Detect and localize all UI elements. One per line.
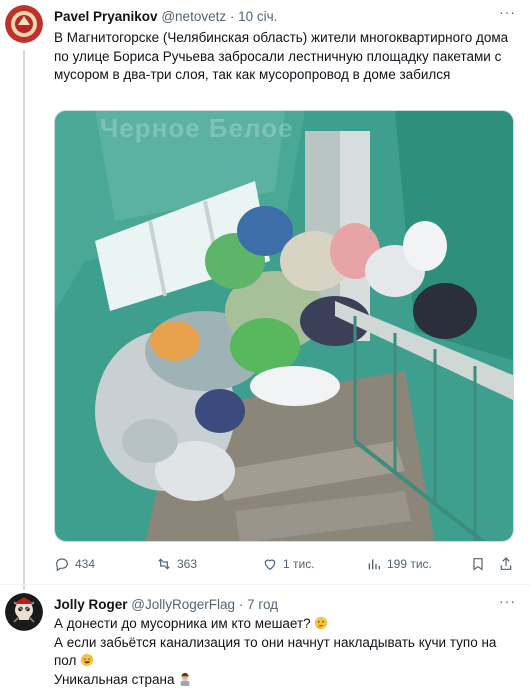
avatar-image bbox=[5, 593, 43, 631]
author-handle[interactable]: @netovetz bbox=[161, 9, 226, 24]
share-button[interactable] bbox=[498, 556, 514, 572]
tweet-photo[interactable]: Черное Белое bbox=[54, 110, 514, 542]
more-icon[interactable]: ··· bbox=[499, 593, 516, 609]
grinning-sweat-emoji bbox=[81, 653, 94, 667]
thinking-face-emoji bbox=[315, 616, 328, 630]
tweet-main: Pavel Pryanikov @netovetz · 10 січ. ··· … bbox=[0, 0, 530, 590]
text-line-2: А если забьётся канализация то они начну… bbox=[54, 634, 497, 669]
text-line-3: Уникальная страна bbox=[54, 671, 175, 687]
tweet-actions: 434 363 1 тис. 199 тис. bbox=[54, 556, 514, 574]
garbage-stairwell-photo bbox=[55, 111, 513, 541]
like-count: 1 тис. bbox=[283, 557, 315, 571]
tweet-text: А донести до мусорника им кто мешает? А … bbox=[54, 615, 514, 689]
timestamp[interactable]: 10 січ. bbox=[238, 9, 277, 24]
reply-count: 434 bbox=[75, 557, 96, 571]
share-icon bbox=[500, 557, 512, 570]
avatar[interactable] bbox=[5, 5, 43, 43]
tweet-reply: Jolly Roger @JollyRogerFlag · 7 год ··· … bbox=[0, 585, 530, 693]
like-button[interactable]: 1 тис. bbox=[262, 556, 315, 572]
retweet-count: 363 bbox=[177, 557, 198, 571]
views-button[interactable]: 199 тис. bbox=[366, 556, 432, 572]
bookmark-button[interactable] bbox=[470, 556, 486, 572]
separator: · bbox=[229, 9, 235, 24]
retweet-button[interactable]: 363 bbox=[156, 556, 197, 572]
avatar[interactable] bbox=[5, 593, 43, 631]
person-facepalming-emoji bbox=[180, 672, 190, 686]
timestamp[interactable]: 7 год bbox=[247, 597, 278, 612]
tweet-header: Pavel Pryanikov @netovetz · 10 січ. bbox=[54, 9, 277, 24]
bookmark-icon bbox=[473, 558, 483, 571]
views-count: 199 тис. bbox=[387, 557, 432, 571]
reply-icon bbox=[56, 558, 68, 572]
author-name[interactable]: Pavel Pryanikov bbox=[54, 9, 158, 24]
photo-watermark: Черное Белое bbox=[100, 113, 294, 143]
heart-icon bbox=[264, 559, 276, 571]
thread-line bbox=[23, 50, 25, 590]
author-name[interactable]: Jolly Roger bbox=[54, 597, 128, 612]
separator: · bbox=[238, 597, 244, 612]
more-icon[interactable]: ··· bbox=[499, 4, 516, 20]
retweet-icon bbox=[158, 558, 170, 570]
tweet-text: В Магнитогорске (Челябинская область) жи… bbox=[54, 30, 509, 82]
text-line: А донести до мусорника им кто мешает? bbox=[54, 615, 514, 634]
tweet-header: Jolly Roger @JollyRogerFlag · 7 год bbox=[54, 597, 278, 612]
reply-button[interactable]: 434 bbox=[54, 556, 95, 572]
text-line: Уникальная страна bbox=[54, 671, 514, 690]
text-line-1: А донести до мусорника им кто мешает? bbox=[54, 616, 311, 631]
author-handle[interactable]: @JollyRogerFlag bbox=[131, 597, 235, 612]
text-line: А если забьётся канализация то они начну… bbox=[54, 634, 514, 671]
views-icon bbox=[368, 559, 380, 570]
avatar-image bbox=[5, 5, 43, 43]
